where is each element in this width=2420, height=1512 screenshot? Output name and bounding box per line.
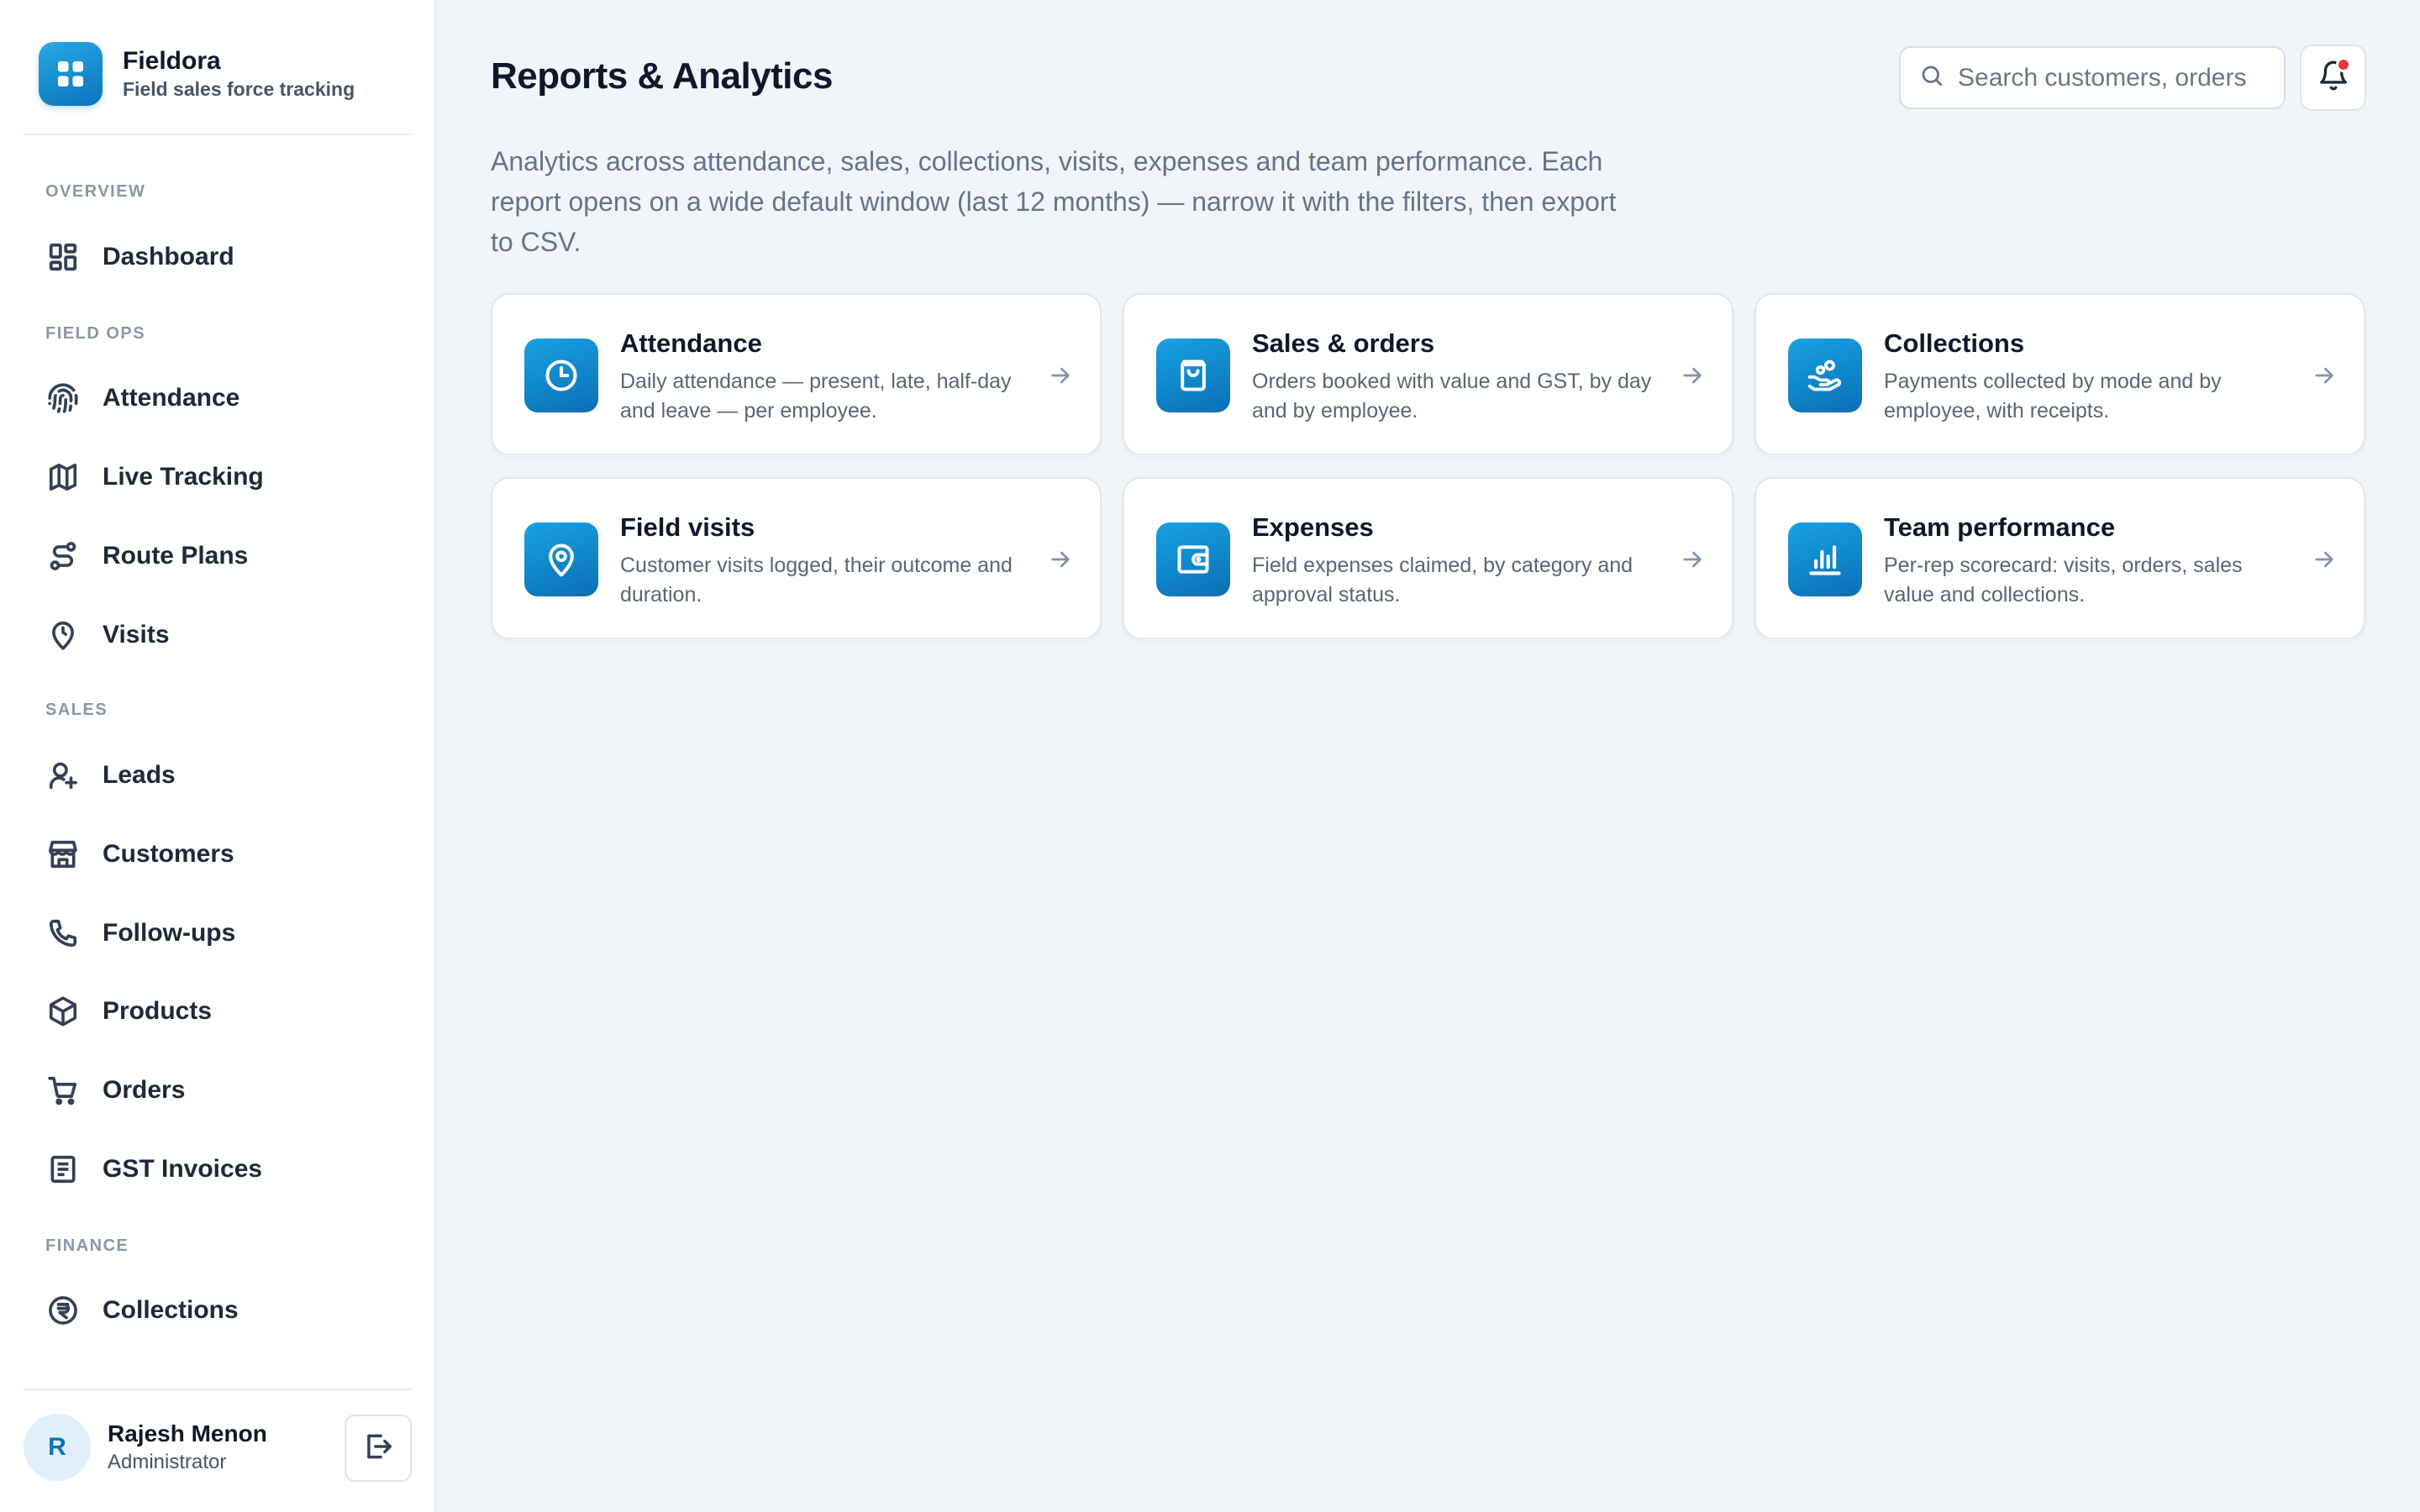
sidebar-item-label: Leads [103, 761, 176, 789]
avatar: R [24, 1414, 91, 1481]
card-description: Payments collected by mode and by employ… [1884, 370, 2222, 423]
arrow-right-icon [1051, 367, 1070, 384]
card-title: Team performance [1884, 512, 2116, 542]
card-title: Expenses [1252, 512, 1374, 542]
arrow-right-icon [2315, 367, 2333, 384]
sidebar-item-label: Customers [103, 840, 234, 868]
sidebar-item-live-tracking[interactable]: Live Tracking [24, 445, 412, 509]
sidebar-item-label: Attendance [103, 384, 240, 412]
sidebar-item-customers[interactable]: Customers [24, 822, 412, 886]
clock-icon [524, 339, 598, 412]
report-card-sales-orders[interactable]: Sales & orders Orders booked with value … [1123, 293, 1733, 455]
card-title: Sales & orders [1252, 328, 1435, 358]
search-input[interactable] [1958, 63, 2277, 92]
notifications-button[interactable] [2300, 45, 2366, 111]
report-card-collections[interactable]: Collections Payments collected by mode a… [1754, 293, 2365, 455]
shopping-bag-icon [1156, 339, 1230, 412]
divider [24, 1389, 412, 1390]
user-plus-icon [45, 758, 81, 793]
sidebar-item-products[interactable]: Products [24, 979, 412, 1043]
arrow-right-icon [1051, 551, 1070, 568]
bar-chart-icon [1788, 522, 1862, 596]
wallet-icon [1156, 522, 1230, 596]
search-icon [1919, 63, 1944, 92]
route-icon [45, 538, 81, 574]
card-description: Orders booked with value and GST, by day… [1252, 370, 1652, 423]
logout-button[interactable] [345, 1415, 412, 1482]
card-title: Attendance [620, 328, 762, 358]
page-title: Reports & Analytics [491, 55, 833, 97]
sidebar-item-gst-invoices[interactable]: GST Invoices [24, 1137, 412, 1201]
sidebar-item-route-plans[interactable]: Route Plans [24, 524, 412, 588]
sidebar-item-attendance[interactable]: Attendance [24, 366, 412, 430]
sidebar: Fieldora Field sales force tracking OVER… [0, 0, 436, 1512]
arrow-right-icon [2315, 551, 2333, 568]
sidebar-item-visits[interactable]: Visits [24, 603, 412, 667]
divider [24, 134, 412, 135]
box-icon [45, 994, 81, 1029]
brand-name: Fieldora [123, 47, 221, 75]
sidebar-item-leads[interactable]: Leads [24, 743, 412, 807]
nav-section-finance: FINANCE [45, 1236, 129, 1255]
sidebar-item-label: Collections [103, 1296, 239, 1324]
report-card-expenses[interactable]: Expenses Field expenses claimed, by cate… [1123, 477, 1733, 639]
logout-icon [362, 1431, 394, 1467]
invoice-icon [45, 1152, 81, 1187]
user-role: Administrator [108, 1451, 227, 1473]
sidebar-item-label: Dashboard [103, 243, 234, 270]
report-card-attendance[interactable]: Attendance Daily attendance — present, l… [491, 293, 1102, 455]
sidebar-item-follow-ups[interactable]: Follow-ups [24, 901, 412, 965]
sidebar-item-dashboard[interactable]: Dashboard [24, 225, 412, 289]
brand-subtitle: Field sales force tracking [123, 78, 355, 100]
page-description: Analytics across attendance, sales, coll… [491, 146, 1617, 257]
notification-badge [2336, 57, 2351, 72]
card-title: Collections [1884, 328, 2025, 358]
brand[interactable]: Fieldora Field sales force tracking [39, 42, 355, 106]
card-title: Field visits [620, 512, 755, 542]
sidebar-item-label: Live Tracking [103, 463, 264, 491]
grid-icon [39, 42, 103, 106]
sidebar-item-collections[interactable]: Collections [24, 1278, 412, 1342]
hand-coins-icon [1788, 339, 1862, 412]
fingerprint-icon [45, 381, 81, 416]
sidebar-item-orders[interactable]: Orders [24, 1058, 412, 1122]
sidebar-item-label: GST Invoices [103, 1155, 263, 1183]
map-pin-icon [524, 522, 598, 596]
nav-section-sales: SALES [45, 701, 108, 719]
user-profile[interactable]: R Rajesh Menon Administrator [24, 1414, 267, 1481]
card-description: Customer visits logged, their outcome an… [620, 554, 1013, 606]
rupee-circle-icon [45, 1293, 81, 1328]
sidebar-item-label: Follow-ups [103, 919, 236, 947]
cart-icon [45, 1073, 81, 1108]
arrow-right-icon [1683, 551, 1702, 568]
report-card-field-visits[interactable]: Field visits Customer visits logged, the… [491, 477, 1102, 639]
card-description: Field expenses claimed, by category and … [1252, 554, 1634, 606]
sidebar-item-label: Route Plans [103, 542, 249, 570]
card-description: Daily attendance — present, late, half-d… [620, 370, 1012, 423]
store-icon [45, 837, 81, 872]
card-description: Per-rep scorecard: visits, orders, sales… [1884, 554, 2243, 606]
search-box[interactable] [1899, 46, 2286, 109]
dashboard-icon [45, 239, 81, 275]
sidebar-item-label: Orders [103, 1076, 186, 1104]
report-card-team-performance[interactable]: Team performance Per-rep scorecard: visi… [1754, 477, 2365, 639]
arrow-right-icon [1683, 367, 1702, 384]
nav-section-overview: OVERVIEW [45, 182, 146, 201]
sidebar-item-label: Visits [103, 621, 170, 648]
sidebar-item-label: Products [103, 997, 213, 1025]
nav-section-field-ops: FIELD OPS [45, 324, 146, 343]
map-pin-clock-icon [45, 617, 81, 653]
map-icon [45, 459, 81, 495]
user-name: Rajesh Menon [108, 1420, 267, 1446]
phone-icon [45, 916, 81, 951]
